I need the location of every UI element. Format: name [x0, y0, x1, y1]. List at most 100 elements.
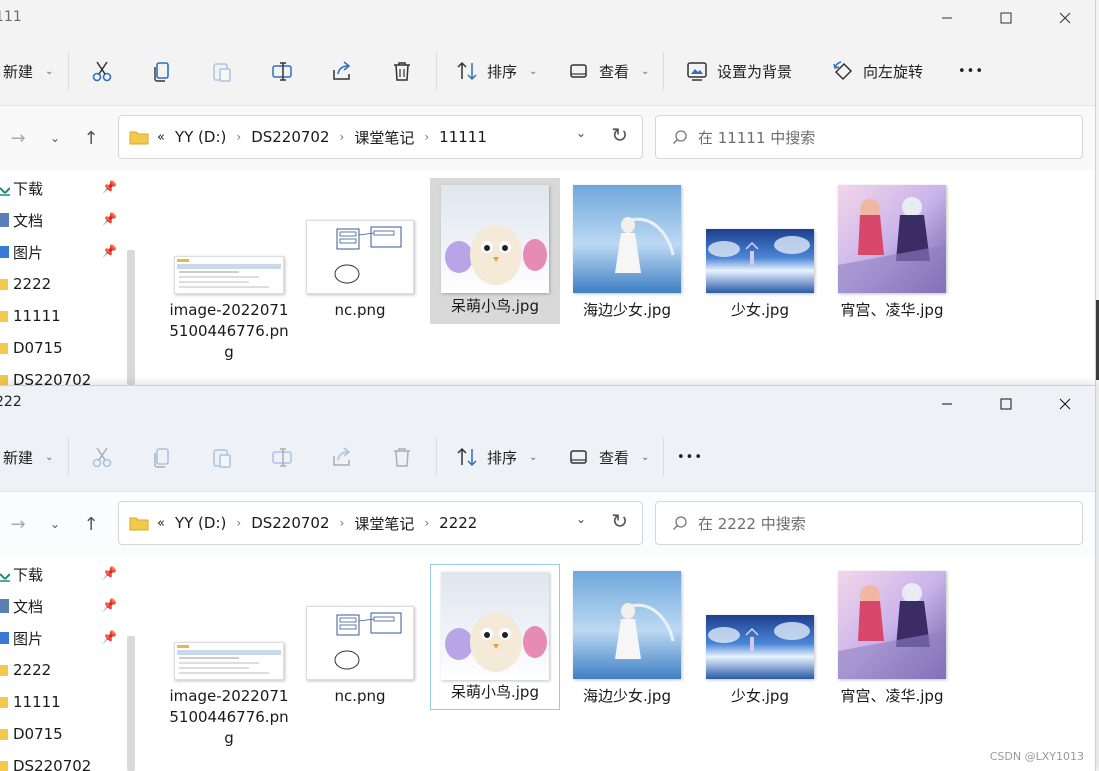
sidebar-item-2222[interactable]: 2222 [0, 270, 51, 298]
maximize-button[interactable] [983, 0, 1029, 36]
search-box[interactable]: 在 2222 中搜索 [655, 501, 1083, 545]
minimize-icon [942, 403, 952, 405]
minimize-button[interactable] [924, 0, 970, 36]
breadcrumb-overflow[interactable]: « [157, 516, 165, 531]
paste-button[interactable] [210, 440, 234, 474]
sidebar-item-documents[interactable]: 文档 [0, 206, 43, 234]
chevron-right-icon[interactable]: › [340, 130, 345, 144]
minimize-button[interactable] [924, 386, 970, 422]
file-item[interactable]: 宵宫、凌华.jpg [827, 182, 957, 327]
breadcrumb-current[interactable]: 2222 [439, 514, 477, 532]
file-item[interactable]: nc.png [295, 568, 425, 713]
close-button[interactable] [1042, 0, 1088, 36]
forward-button[interactable]: → [4, 124, 32, 152]
close-icon [1059, 12, 1071, 24]
chevron-right-icon[interactable]: › [340, 516, 345, 530]
file-item[interactable]: 海边少女.jpg [562, 182, 692, 327]
address-bar[interactable]: « YY (D:) › DS220702 › 课堂笔记 › 11111 ⌄ ↻ [118, 115, 643, 159]
more-options-button[interactable]: ••• [958, 54, 984, 88]
sidebar-item-d0715[interactable]: D0715 [0, 720, 63, 748]
sort-button[interactable]: 排序 ⌄ [455, 54, 537, 88]
breadcrumb-notes[interactable]: 课堂笔记 [354, 127, 414, 148]
sidebar-item-downloads[interactable]: 下载 [0, 174, 43, 202]
breadcrumb-overflow[interactable]: « [157, 130, 165, 145]
file-item[interactable]: 少女.jpg [695, 182, 825, 327]
file-item[interactable]: 海边少女.jpg [562, 568, 692, 713]
recent-locations-button[interactable]: ⌄ [41, 124, 69, 152]
more-options-button[interactable]: ••• [677, 440, 703, 474]
watermark-text: CSDN @LXY1013 [989, 750, 1084, 763]
sidebar-item-pictures[interactable]: 图片 [0, 624, 43, 652]
folder-icon [129, 131, 149, 145]
chevron-right-icon[interactable]: › [236, 516, 241, 530]
picture-icon [0, 632, 9, 644]
divider [663, 438, 664, 476]
file-item-focused[interactable]: 呆萌小鸟.jpg [430, 564, 560, 710]
delete-button[interactable] [390, 54, 414, 88]
cut-button[interactable] [90, 440, 114, 474]
rename-button[interactable] [270, 54, 294, 88]
delete-button[interactable] [390, 440, 414, 474]
sort-button[interactable]: 排序 ⌄ [455, 440, 537, 474]
sidebar-item-ds220702[interactable]: DS220702 [0, 752, 91, 771]
copy-button[interactable] [150, 440, 174, 474]
sidebar-item-pictures[interactable]: 图片 [0, 238, 43, 266]
arrow-right-icon: → [10, 127, 26, 149]
paste-button[interactable] [210, 54, 234, 88]
file-name: nc.png [334, 687, 386, 705]
chevron-right-icon[interactable]: › [424, 516, 429, 530]
address-bar[interactable]: « YY (D:) › DS220702 › 课堂笔记 › 2222 ⌄ ↻ [118, 501, 643, 545]
breadcrumb-notes[interactable]: 课堂笔记 [354, 513, 414, 534]
close-button[interactable] [1042, 386, 1088, 422]
share-button[interactable] [330, 54, 354, 88]
sidebar-item-11111[interactable]: 11111 [0, 302, 61, 330]
breadcrumb-ds220702[interactable]: DS220702 [251, 514, 329, 532]
file-item[interactable]: image-2022071 5100446776.pn g [164, 568, 294, 748]
set-as-background-button[interactable]: 设置为背景 [685, 54, 792, 88]
sidebar-item-d0715[interactable]: D0715 [0, 334, 63, 362]
breadcrumb-ds220702[interactable]: DS220702 [251, 128, 329, 146]
breadcrumb-drive[interactable]: YY (D:) [175, 128, 226, 146]
file-item[interactable]: image-2022071 5100446776.pn g [164, 182, 294, 362]
search-box[interactable]: 在 11111 中搜索 [655, 115, 1083, 159]
up-button[interactable]: ↑ [77, 510, 105, 538]
file-item-selected[interactable]: 呆萌小鸟.jpg [430, 178, 560, 324]
refresh-icon[interactable]: ↻ [611, 123, 628, 147]
cut-button[interactable] [90, 54, 114, 88]
navigation-pane: 下载 📌 文档 📌 图片 📌 2222 11111 D0715 DS220702 [0, 556, 138, 771]
chevron-right-icon[interactable]: › [236, 130, 241, 144]
copy-button[interactable] [150, 54, 174, 88]
new-button[interactable]: 新建 ⌄ [3, 54, 53, 88]
share-button[interactable] [330, 440, 354, 474]
breadcrumb-current[interactable]: 11111 [439, 128, 487, 146]
pin-icon: 📌 [102, 212, 117, 226]
view-button[interactable]: 查看 ⌄ [567, 54, 649, 88]
file-item[interactable]: nc.png [295, 182, 425, 327]
address-history-button[interactable]: ⌄ [576, 512, 586, 526]
folder-icon [0, 761, 8, 771]
sidebar-scrollbar[interactable] [127, 250, 135, 385]
file-item[interactable]: 宵宫、凌华.jpg [827, 568, 957, 713]
sidebar-scrollbar[interactable] [127, 636, 135, 771]
file-item[interactable]: 少女.jpg [695, 568, 825, 713]
breadcrumb-drive[interactable]: YY (D:) [175, 514, 226, 532]
sidebar-item-label: D0715 [13, 339, 63, 357]
recent-locations-button[interactable]: ⌄ [41, 510, 69, 538]
new-button[interactable]: 新建 ⌄ [3, 440, 53, 474]
view-button[interactable]: 查看 ⌄ [567, 440, 649, 474]
command-bar: 新建 ⌄ 排序 ⌄ 查看 ⌄ 设置为背景 向左旋转 ••• [0, 36, 1095, 106]
maximize-button[interactable] [983, 386, 1029, 422]
rename-button[interactable] [270, 440, 294, 474]
address-history-button[interactable]: ⌄ [576, 126, 586, 140]
maximize-icon [1000, 398, 1012, 410]
chevron-right-icon[interactable]: › [424, 130, 429, 144]
sidebar-item-11111[interactable]: 11111 [0, 688, 61, 716]
refresh-icon[interactable]: ↻ [611, 509, 628, 533]
forward-button[interactable]: → [4, 510, 32, 538]
up-button[interactable]: ↑ [77, 124, 105, 152]
sidebar-item-downloads[interactable]: 下载 [0, 560, 43, 588]
rotate-left-button[interactable]: 向左旋转 [831, 54, 923, 88]
sidebar-item-ds220702[interactable]: DS220702 [0, 366, 91, 385]
sidebar-item-documents[interactable]: 文档 [0, 592, 43, 620]
sidebar-item-2222[interactable]: 2222 [0, 656, 51, 684]
